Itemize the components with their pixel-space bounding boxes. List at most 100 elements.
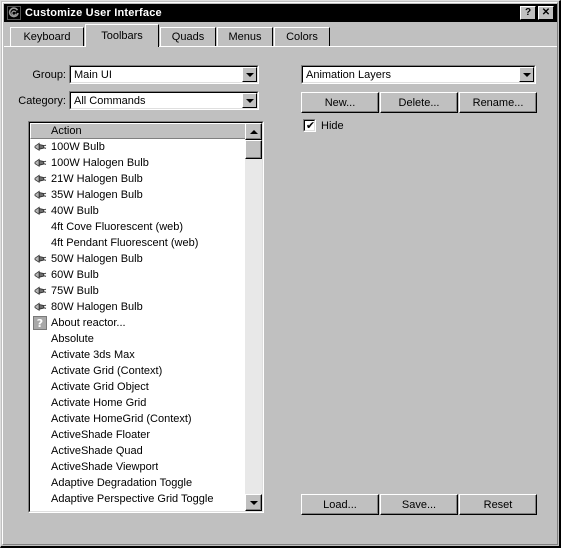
action-list-panel: Action 100W Bulb 100W Halogen Bulb 21W Hal…: [28, 121, 264, 513]
delete-button-label: Delete...: [398, 96, 440, 109]
list-item-label: Absolute: [51, 333, 94, 345]
toolbar-select-combo[interactable]: Animation Layers: [301, 65, 536, 84]
tab-colors[interactable]: Colors: [274, 27, 330, 46]
toolbar-select-value: Animation Layers: [306, 68, 391, 81]
group-label: Group:: [32, 69, 66, 81]
chevron-down-icon[interactable]: [242, 93, 257, 108]
bulb-icon: [32, 268, 48, 282]
load-button[interactable]: Load...: [301, 494, 379, 515]
category-combo[interactable]: All Commands: [69, 91, 259, 110]
close-button[interactable]: ✕: [538, 6, 554, 20]
list-item[interactable]: Adaptive Perspective Grid Toggle: [30, 491, 247, 507]
list-item-label: 21W Halogen Bulb: [51, 173, 143, 185]
list-item-label: 4ft Pendant Fluorescent (web): [51, 237, 199, 249]
rename-button-label: Rename...: [472, 96, 524, 109]
scrollbar-track[interactable]: [245, 140, 262, 494]
list-item-label: Adaptive Perspective Grid Toggle: [51, 493, 214, 505]
question-icon: ?: [32, 316, 48, 330]
list-item[interactable]: 35W Halogen Bulb: [30, 187, 247, 203]
chevron-down-icon[interactable]: [519, 67, 534, 82]
list-item[interactable]: 50W Halogen Bulb: [30, 251, 247, 267]
list-item-label: Adaptive Degradation Toggle: [51, 477, 193, 489]
load-button-label: Load...: [323, 498, 357, 511]
list-item[interactable]: Activate Grid (Context): [30, 363, 247, 379]
svg-text:?: ?: [37, 317, 43, 330]
list-item-label: Activate Home Grid: [51, 397, 147, 409]
window-control-buttons: ? ✕: [520, 6, 554, 20]
tab-strip: Keyboard Toolbars Quads Menus Colors: [4, 24, 557, 47]
list-item-label: 40W Bulb: [51, 205, 99, 217]
list-item[interactable]: 4ft Cove Fluorescent (web): [30, 219, 247, 235]
list-item[interactable]: Activate Grid Object: [30, 379, 247, 395]
tab-keyboard[interactable]: Keyboard: [10, 27, 84, 46]
list-item[interactable]: Absolute: [30, 331, 247, 347]
category-label: Category:: [18, 95, 66, 107]
bulb-icon: [32, 300, 48, 314]
list-item-label: About reactor...: [51, 317, 126, 329]
dialog-body: Group: Main UI Category: All Commands Ac…: [4, 47, 557, 544]
scroll-down-button[interactable]: [245, 494, 262, 511]
list-item-label: ActiveShade Viewport: [51, 461, 159, 473]
list-item[interactable]: ActiveShade Floater: [30, 427, 247, 443]
group-combo[interactable]: Main UI: [69, 65, 259, 84]
bulb-icon: [32, 188, 48, 202]
column-header-label: Action: [51, 125, 82, 137]
bulb-icon: [32, 172, 48, 186]
list-item[interactable]: ActiveShade Viewport: [30, 459, 247, 475]
check-icon: ✔: [305, 119, 316, 132]
list-item[interactable]: 4ft Pendant Fluorescent (web): [30, 235, 247, 251]
help-button[interactable]: ?: [520, 6, 536, 20]
list-item[interactable]: 21W Halogen Bulb: [30, 171, 247, 187]
action-list-scrollbar[interactable]: [245, 123, 262, 511]
bulb-icon: [32, 252, 48, 266]
max-swirl-icon: [7, 6, 21, 20]
column-header-action[interactable]: Action: [30, 123, 247, 139]
list-item[interactable]: 80W Halogen Bulb: [30, 299, 247, 315]
list-item-label: 60W Bulb: [51, 269, 99, 281]
list-item[interactable]: 60W Bulb: [30, 267, 247, 283]
action-list[interactable]: 100W Bulb 100W Halogen Bulb 21W Halogen Bu…: [30, 139, 247, 511]
bulb-icon: [32, 204, 48, 218]
list-item-label: ActiveShade Quad: [51, 445, 143, 457]
list-item[interactable]: Activate HomeGrid (Context): [30, 411, 247, 427]
delete-button[interactable]: Delete...: [380, 92, 458, 113]
bulb-icon: [32, 284, 48, 298]
list-item-label: Activate HomeGrid (Context): [51, 413, 192, 425]
tab-menus[interactable]: Menus: [217, 27, 273, 46]
list-item[interactable]: 40W Bulb: [30, 203, 247, 219]
save-button[interactable]: Save...: [380, 494, 458, 515]
title-bar: Customize User Interface ? ✕: [4, 4, 557, 22]
tab-toolbars[interactable]: Toolbars: [85, 24, 159, 47]
list-item[interactable]: Adaptive Degradation Toggle: [30, 475, 247, 491]
new-button-label: New...: [324, 96, 356, 109]
list-item-label: 35W Halogen Bulb: [51, 189, 143, 201]
list-item-label: Activate Grid Object: [51, 381, 149, 393]
list-item-label: 50W Halogen Bulb: [51, 253, 143, 265]
rename-button[interactable]: Rename...: [459, 92, 537, 113]
list-item-label: Activate Grid (Context): [51, 365, 163, 377]
list-item-label: 100W Halogen Bulb: [51, 157, 149, 169]
chevron-down-icon[interactable]: [242, 67, 257, 82]
list-item[interactable]: Activate Home Grid: [30, 395, 247, 411]
list-item[interactable]: Activate 3ds Max: [30, 347, 247, 363]
list-item[interactable]: ? About reactor...: [30, 315, 247, 331]
new-button[interactable]: New...: [301, 92, 379, 113]
list-item[interactable]: 75W Bulb: [30, 283, 247, 299]
group-combo-value: Main UI: [74, 68, 112, 81]
tab-quads[interactable]: Quads: [160, 27, 216, 46]
hide-checkbox-box[interactable]: ✔: [303, 119, 316, 132]
hide-checkbox[interactable]: ✔ Hide: [303, 119, 344, 132]
reset-button[interactable]: Reset: [459, 494, 537, 515]
scrollbar-thumb[interactable]: [245, 140, 262, 159]
list-item-label: Activate 3ds Max: [51, 349, 135, 361]
window-title: Customize User Interface: [25, 7, 162, 19]
list-item[interactable]: 100W Bulb: [30, 139, 247, 155]
list-item-label: 4ft Cove Fluorescent (web): [51, 221, 184, 233]
category-combo-value: All Commands: [74, 94, 146, 107]
scroll-up-button[interactable]: [245, 123, 262, 140]
save-button-label: Save...: [401, 498, 437, 511]
list-item[interactable]: 100W Halogen Bulb: [30, 155, 247, 171]
bulb-icon: [32, 156, 48, 170]
list-item-label: ActiveShade Floater: [51, 429, 151, 441]
list-item[interactable]: ActiveShade Quad: [30, 443, 247, 459]
